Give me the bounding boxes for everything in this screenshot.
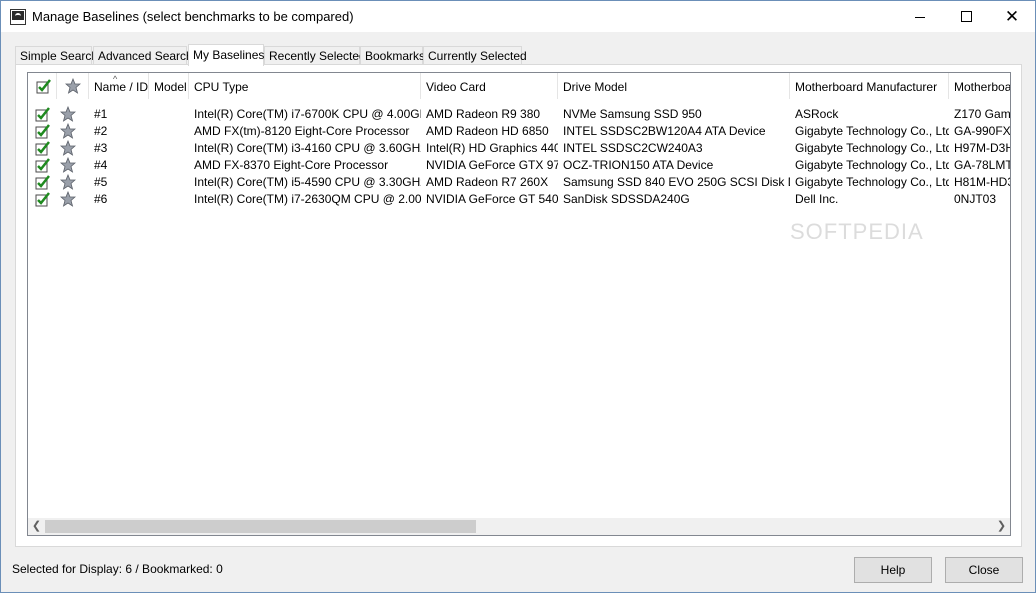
table-row[interactable]: #2 AMD FX(tm)-8120 Eight-Core Processor AM… xyxy=(28,123,1011,140)
cell-drive-model: OCZ-TRION150 ATA Device xyxy=(563,158,714,172)
selected-checkbox-icon[interactable] xyxy=(35,191,51,207)
title-bar[interactable]: Manage Baselines (select benchmarks to b… xyxy=(1,1,1035,32)
maximize-icon xyxy=(960,11,972,22)
cell-cpu-type: Intel(R) Core(TM) i7-6700K CPU @ 4.00GHz xyxy=(194,107,421,121)
column-header-bookmarked[interactable] xyxy=(57,73,89,99)
cell-name: #6 xyxy=(94,192,108,206)
cell-motherboard-manufacturer: ASRock xyxy=(795,107,839,121)
cell-model xyxy=(149,140,189,157)
bookmark-star-icon[interactable] xyxy=(60,140,76,156)
cell-model xyxy=(149,123,189,140)
column-header-drive-model[interactable]: Drive Model xyxy=(558,73,790,99)
table-row[interactable]: #6 Intel(R) Core(TM) i7-2630QM CPU @ 2.00… xyxy=(28,191,1010,208)
my-baselines-panel: ^ Name / ID Model CPU Type Video Card Dr… xyxy=(15,64,1022,547)
cell-name: #5 xyxy=(94,175,108,189)
column-header-motherboard[interactable]: Motherboar xyxy=(949,73,1010,99)
cell-motherboard: H97M-D3H xyxy=(954,141,1011,155)
cell-video-card: AMD Radeon R9 380 xyxy=(426,107,541,121)
tab-advanced-search[interactable]: Advanced Search xyxy=(93,46,193,65)
window-title: Manage Baselines (select benchmarks to b… xyxy=(32,9,354,24)
cell-model xyxy=(149,157,189,174)
close-button[interactable]: Close xyxy=(945,557,1023,583)
column-header-model[interactable]: Model xyxy=(149,73,189,99)
selected-checkbox-icon[interactable] xyxy=(35,123,51,139)
column-header-row: ^ Name / ID Model CPU Type Video Card Dr… xyxy=(28,73,1010,99)
cell-video-card: NVIDIA GeForce GT 540M xyxy=(426,192,558,206)
cell-video-card: AMD Radeon HD 6850 xyxy=(426,124,549,138)
bookmark-star-icon[interactable] xyxy=(60,123,76,139)
baselines-list[interactable]: ^ Name / ID Model CPU Type Video Card Dr… xyxy=(27,72,1011,536)
help-button[interactable]: Help xyxy=(854,557,932,583)
app-icon xyxy=(10,9,26,25)
column-header-name[interactable]: ^ Name / ID xyxy=(89,73,149,99)
cell-motherboard-manufacturer: Gigabyte Technology Co., Ltd. xyxy=(795,124,949,138)
cell-drive-model: INTEL SSDSC2CW240A3 xyxy=(563,141,703,155)
tab-simple-search[interactable]: Simple Search xyxy=(15,46,98,65)
tab-bookmarks[interactable]: Bookmarks xyxy=(360,46,425,65)
cell-motherboard: Z170 Gamin xyxy=(954,107,1011,121)
cell-cpu-type: AMD FX-8370 Eight-Core Processor xyxy=(194,158,389,172)
cell-cpu-type: Intel(R) Core(TM) i7-2630QM CPU @ 2.00GH… xyxy=(194,192,421,206)
cell-video-card: Intel(R) HD Graphics 4400 xyxy=(426,141,558,155)
cell-drive-model: NVMe Samsung SSD 950 xyxy=(563,107,702,121)
bookmark-star-icon[interactable] xyxy=(60,106,76,122)
table-row[interactable]: #1 Intel(R) Core(TM) i7-6700K CPU @ 4.00G… xyxy=(28,106,1011,123)
table-row[interactable]: #5 Intel(R) Core(TM) i5-4590 CPU @ 3.30GH… xyxy=(28,174,1011,191)
cell-motherboard-manufacturer: Gigabyte Technology Co., Ltd. xyxy=(795,158,949,172)
maximize-button[interactable] xyxy=(943,1,989,32)
cell-model xyxy=(149,174,189,191)
column-header-cpu-type[interactable]: CPU Type xyxy=(189,73,421,99)
selected-checkbox-icon[interactable] xyxy=(35,106,51,122)
cell-model xyxy=(149,191,189,208)
sort-ascending-icon: ^ xyxy=(113,74,118,84)
cell-motherboard: GA-990FXA xyxy=(954,124,1011,138)
cell-name: #3 xyxy=(94,141,108,155)
star-icon xyxy=(65,78,81,94)
column-header-video-card[interactable]: Video Card xyxy=(421,73,558,99)
column-header-motherboard-manufacturer[interactable]: Motherboard Manufacturer xyxy=(790,73,949,99)
close-window-button[interactable]: ✕ xyxy=(989,1,1035,32)
cell-motherboard-manufacturer: Gigabyte Technology Co., Ltd. xyxy=(795,175,949,189)
cell-motherboard-manufacturer: Dell Inc. xyxy=(795,192,839,206)
selected-checkbox-icon[interactable] xyxy=(35,174,51,190)
cell-drive-model: INTEL SSDSC2BW120A4 ATA Device xyxy=(563,124,766,138)
close-icon: ✕ xyxy=(1004,7,1020,26)
cell-video-card: NVIDIA GeForce GTX 970 xyxy=(426,158,558,172)
table-row[interactable]: #4 AMD FX-8370 Eight-Core Processor NVIDIA… xyxy=(28,157,1010,174)
bookmark-star-icon[interactable] xyxy=(60,157,76,173)
cell-motherboard: GA-78LMT-U xyxy=(954,158,1010,172)
cell-name: #1 xyxy=(94,107,108,121)
selection-status: Selected for Display: 6 / Bookmarked: 0 xyxy=(12,562,223,576)
minimize-icon xyxy=(915,16,925,18)
cell-name: #4 xyxy=(94,158,108,172)
tab-currently-selected[interactable]: Currently Selected xyxy=(423,46,527,65)
scrollbar-thumb[interactable] xyxy=(45,520,476,533)
cell-cpu-type: Intel(R) Core(TM) i3-4160 CPU @ 3.60GHz xyxy=(194,141,421,155)
cell-model xyxy=(149,106,189,123)
selected-checkbox-icon[interactable] xyxy=(35,157,51,173)
check-icon xyxy=(36,79,51,94)
bookmark-star-icon[interactable] xyxy=(60,174,76,190)
cell-cpu-type: Intel(R) Core(TM) i5-4590 CPU @ 3.30GHz xyxy=(194,175,421,189)
table-row[interactable]: #3 Intel(R) Core(TM) i3-4160 CPU @ 3.60GH… xyxy=(28,140,1011,157)
cell-motherboard: 0NJT03 xyxy=(954,192,997,206)
selected-checkbox-icon[interactable] xyxy=(35,140,51,156)
watermark: SOFTPEDIA xyxy=(790,219,924,244)
horizontal-scrollbar[interactable]: ❮ ❯ xyxy=(28,518,1010,535)
cell-cpu-type: AMD FX(tm)-8120 Eight-Core Processor xyxy=(194,124,410,138)
bookmark-star-icon[interactable] xyxy=(60,191,76,207)
cell-drive-model: Samsung SSD 840 EVO 250G SCSI Disk Devic… xyxy=(563,175,790,189)
scroll-left-icon[interactable]: ❮ xyxy=(28,518,45,535)
cell-video-card: AMD Radeon R7 260X xyxy=(426,175,549,189)
cell-motherboard: H81M-HD3 xyxy=(954,175,1011,189)
scroll-right-icon[interactable]: ❯ xyxy=(993,518,1010,535)
tab-recently-selected[interactable]: Recently Selected xyxy=(264,46,366,65)
tab-my-baselines[interactable]: My Baselines xyxy=(188,44,264,66)
column-header-selected[interactable] xyxy=(28,73,57,99)
cell-motherboard-manufacturer: Gigabyte Technology Co., Ltd. xyxy=(795,141,949,155)
minimize-button[interactable] xyxy=(897,1,943,32)
cell-name: #2 xyxy=(94,124,108,138)
cell-drive-model: SanDisk SDSSDA240G xyxy=(563,192,690,206)
manage-baselines-window: Manage Baselines (select benchmarks to b… xyxy=(0,0,1036,593)
